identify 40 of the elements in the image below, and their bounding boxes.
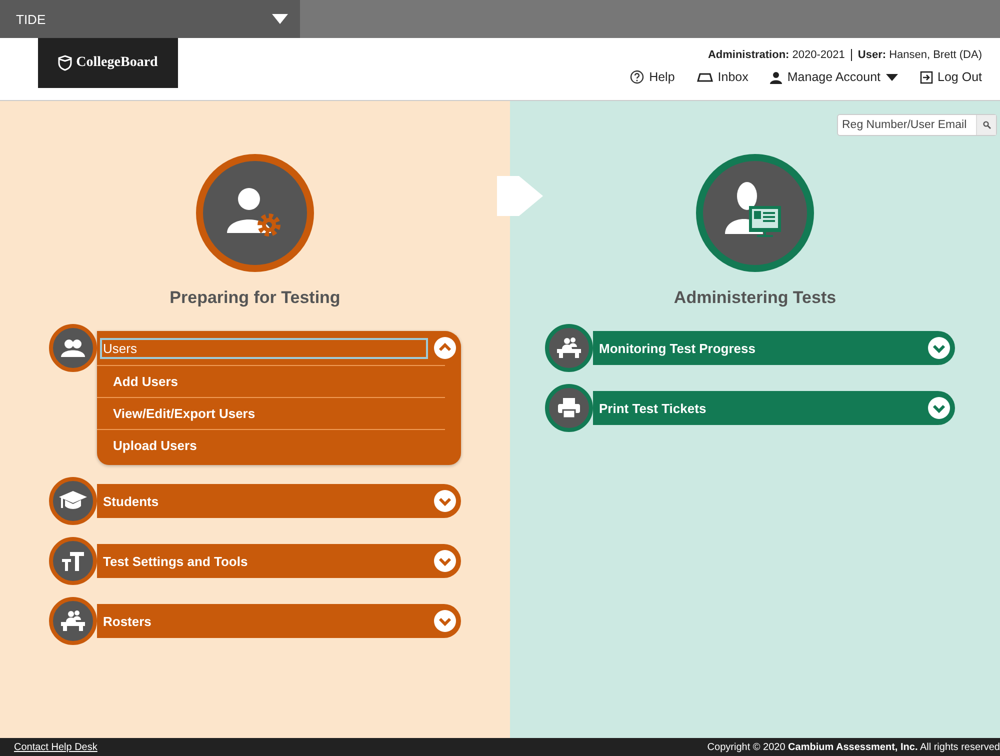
header-link[interactable]: Help bbox=[630, 70, 675, 84]
desk-people-icon bbox=[556, 337, 582, 359]
desk-people-icon bbox=[60, 610, 86, 632]
graduation-cap-icon bbox=[58, 490, 88, 512]
chevron-icon[interactable] bbox=[927, 336, 951, 360]
menu-item[interactable]: Rosters bbox=[97, 604, 461, 638]
administration-text: Administration: 2020-2021 bbox=[708, 49, 845, 61]
user-text: User: Hansen, Brett (DA) bbox=[858, 49, 982, 61]
inbox-icon bbox=[696, 71, 713, 83]
header-link[interactable]: Log Out bbox=[920, 70, 982, 84]
chevron-icon[interactable] bbox=[927, 396, 951, 420]
menu-item[interactable]: Test Settings and Tools bbox=[97, 544, 461, 578]
menu-item[interactable]: Students bbox=[97, 484, 461, 518]
header-link[interactable]: Manage Account bbox=[770, 70, 898, 84]
logo[interactable]: CollegeBoard bbox=[38, 38, 178, 88]
chevron-icon[interactable] bbox=[433, 609, 457, 633]
contact-help-link[interactable]: Contact Help Desk bbox=[14, 742, 98, 752]
person-icon bbox=[770, 70, 782, 84]
copyright-text: Copyright © 2020 Cambium Assessment, Inc. All rights reserved bbox=[707, 742, 1000, 752]
section-title: Administering Tests bbox=[674, 288, 836, 308]
help-icon bbox=[630, 70, 644, 84]
submenu-item[interactable]: Upload Users bbox=[97, 429, 445, 461]
search-icon[interactable] bbox=[982, 121, 990, 129]
text-size-icon bbox=[61, 550, 85, 572]
users-icon bbox=[60, 338, 86, 358]
header-link[interactable]: Inbox bbox=[696, 70, 748, 84]
caret-icon[interactable] bbox=[272, 14, 288, 24]
submenu-item[interactable]: Add Users bbox=[97, 365, 445, 397]
chevron-icon[interactable] bbox=[433, 549, 457, 573]
logout-icon bbox=[920, 70, 933, 84]
menu-item[interactable]: Monitoring Test Progress bbox=[593, 331, 955, 365]
chevron-icon[interactable] bbox=[433, 336, 457, 360]
search-field[interactable]: Reg Number/User Email bbox=[837, 114, 997, 136]
app-name: TIDE bbox=[16, 12, 46, 26]
menu-item[interactable]: Print Test Tickets bbox=[593, 391, 955, 425]
chevron-icon[interactable] bbox=[433, 489, 457, 513]
menu-item[interactable]: Users bbox=[97, 331, 461, 365]
submenu-item[interactable]: View/Edit/Export Users bbox=[97, 397, 445, 429]
section-title: Preparing for Testing bbox=[170, 288, 340, 308]
printer-icon bbox=[557, 397, 581, 419]
